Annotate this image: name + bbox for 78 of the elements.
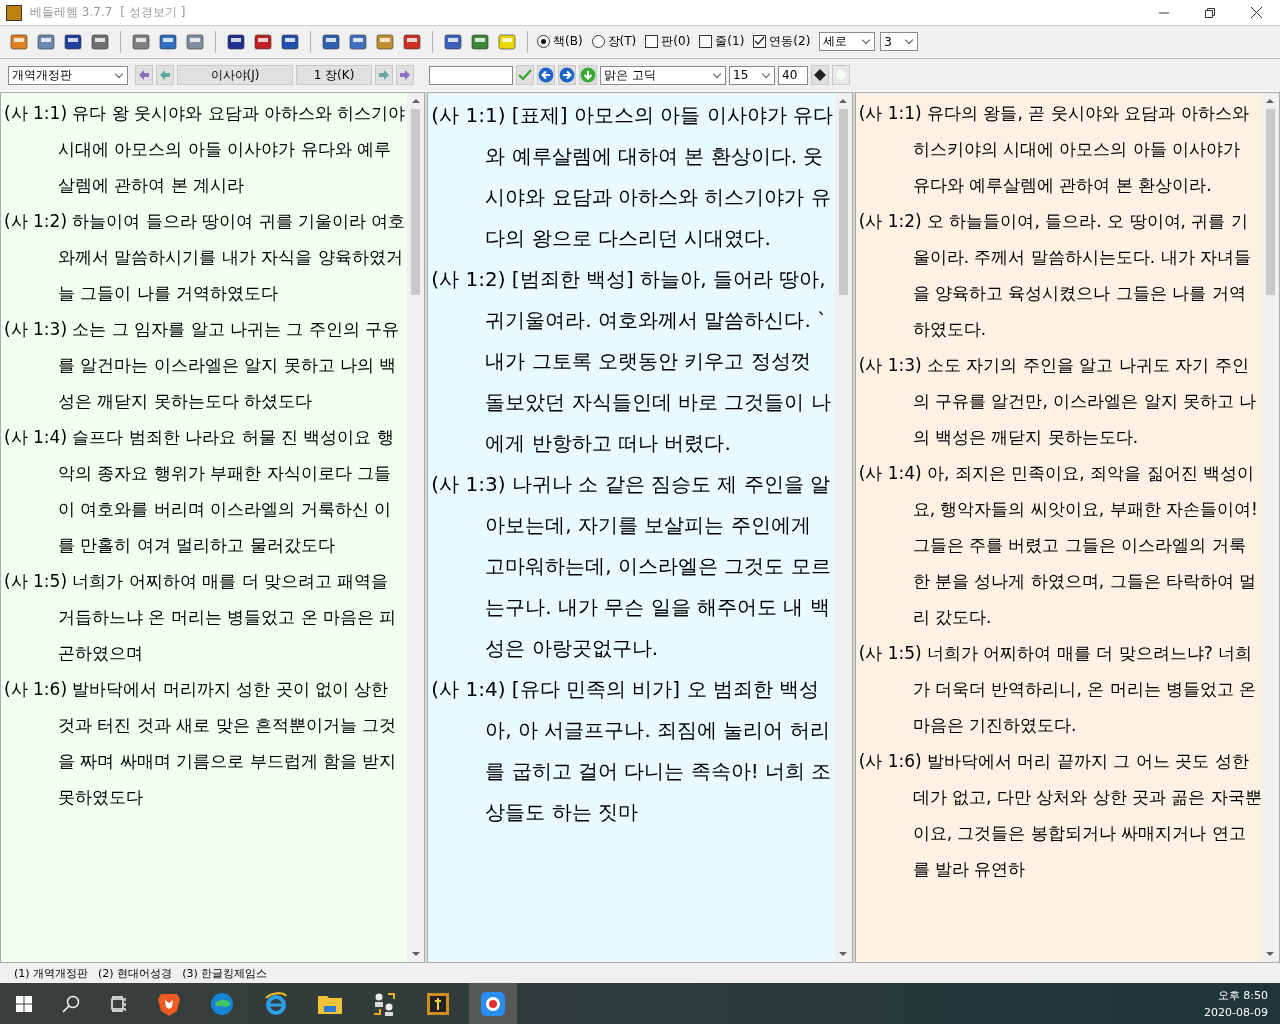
- scrollbar[interactable]: [834, 93, 852, 962]
- scroll-down-icon[interactable]: [1266, 952, 1275, 956]
- chapter-button[interactable]: 1 장(K): [296, 65, 372, 85]
- browser-wave-icon[interactable]: [210, 991, 234, 1016]
- verse-text: (사 1:4) [유다 민족의 비가] 오 범죄한 백성아, 아 서글프구나. 죄짐에 눌리어 허리를 굽히고 걸어 다니는 족속아! 너희 조상들도 하는 짓마: [431, 676, 833, 826]
- verse-text: (사 1:3) 소는 그 임자를 알고 나귀는 그 주인의 구유를 알건마는 이스라엘은 알지 못하고 나의 백성은 깨닫지 못하는도다 하셨도다: [4, 318, 401, 413]
- next-book-button[interactable]: [396, 65, 414, 85]
- right-arrow-circle-icon: [559, 67, 575, 83]
- verse-text: (사 1:5) 너희가 어찌하여 매를 더 맞으려느냐? 너희가 더욱더 반역하리니, 온 머리는 병들었고 온 마음은 기진하였도다.: [858, 642, 1258, 737]
- scroll-thumb[interactable]: [838, 109, 848, 295]
- scroll-up-icon[interactable]: [411, 99, 420, 103]
- checkmark-icon: [518, 69, 532, 81]
- verse-text: (사 1:1) [표제] 아모스의 아들 이사야가 유다와 예루살렘에 대하여 본 환상이다. 웃시야와 요담과 아하스와 히스기야가 유다의 왕으로 다스리던 시대였다.: [431, 102, 834, 252]
- verse-text: (사 1:4) 아, 죄지은 민족이요, 죄악을 짊어진 백성이요, 행악자들의 씨앗이요, 부패한 자손들이여! 그들은 주를 버렸고 그들은 이스라엘의 거룩한 분을 성나게 하였으며, 그들은 타락하여 멀리 갔도다.: [858, 462, 1259, 629]
- radio-button[interactable]: 책(B): [537, 33, 583, 50]
- checkmark-icon: [754, 36, 766, 47]
- verse-text: (사 1:2) [범죄한 백성] 하늘아, 들어라 땅아, 귀기울여라. 여호와께서 말씀하신다. `내가 그토록 오랫동안 키우고 정성껏 돌보았던 자식들인데 바로 그것들이 나에게 반항하고 떠나 버렸다.: [431, 266, 832, 457]
- verse-text: (사 1:5) 너희가 어찌하여 매를 더 맞으려고 패역을 거듭하느냐 온 머리는 병들었고 온 마음은 피곤하였으며: [4, 570, 398, 665]
- app-logo-icon: [6, 4, 22, 21]
- scroll-up-icon[interactable]: [1266, 99, 1275, 103]
- scroll-thumb[interactable]: [1266, 109, 1275, 295]
- windows-start-icon[interactable]: [16, 995, 32, 1012]
- count-select[interactable]: 3: [880, 32, 919, 51]
- verse-text: (사 1:3) 나귀나 소 같은 짐승도 제 주인을 알아보는데, 자기를 보살피는 주인에게 고마워하는데, 이스라엘은 그것도 모르는구나. 내가 무슨 일을 해주어도 내 백성은 아랑곳없구나.: [431, 471, 832, 662]
- font-select[interactable]: 맑은 고딕: [600, 65, 726, 85]
- task-view-icon[interactable]: [110, 995, 128, 1012]
- scroll-thumb[interactable]: [411, 109, 421, 295]
- verse-text: (사 1:2) 오 하늘들이여, 들으라. 오 땅이여, 귀를 기울이라. 주께서 말씀하시는도다. 내가 자녀들을 양육하고 육성시켰으나 그들은 나를 거역하였도다.: [858, 210, 1253, 341]
- status-text: (2) 현대어성경: [98, 965, 173, 981]
- scroll-down-icon[interactable]: [411, 952, 420, 956]
- clock-time[interactable]: 오후 8:50: [1217, 986, 1268, 1004]
- restore-icon[interactable]: [1205, 7, 1215, 18]
- people-arrows-icon[interactable]: [372, 991, 396, 1016]
- book-button[interactable]: 이사야(J): [177, 65, 293, 85]
- verse-text: (사 1:4) 슬프다 범죄한 나라요 허물 진 백성이요 행악의 종자요 행위가 부패한 자식이로다 그들이 여호와를 버리며 이스라엘의 거룩하신 이를 만홀히 여겨 멀리하고 물러갔도다: [4, 426, 395, 557]
- record-icon[interactable]: [481, 991, 505, 1016]
- version-select[interactable]: 개역개정판: [8, 65, 128, 85]
- diamond-button[interactable]: [811, 65, 829, 85]
- down-arrow-circle-icon: [580, 67, 596, 83]
- width-field[interactable]: 40: [778, 65, 808, 85]
- verse-text: (사 1:6) 발바닥에서 머리까지 성한 곳이 없이 상한 것과 터진 것과 새로 맞은 흔적뿐이거늘 그것을 짜며 싸매며 기름으로 부드럽게 함을 받지 못하였도다: [4, 678, 398, 809]
- folder-icon[interactable]: [318, 993, 342, 1014]
- down-button[interactable]: [579, 65, 597, 85]
- left-arrow-circle-icon: [538, 67, 554, 83]
- radio-button[interactable]: 장(T): [591, 33, 637, 50]
- left-arrow-icon: [160, 70, 170, 80]
- right-arrow-icon: [400, 70, 410, 80]
- checkbox[interactable]: 줄(1): [699, 33, 745, 50]
- checkbox[interactable]: 판(0): [645, 33, 691, 50]
- search-field[interactable]: [429, 65, 513, 85]
- verse-text: (사 1:6) 발바닥에서 머리 끝까지 그 어느 곳도 성한 데가 없고, 다만 상처와 상한 곳과 곪은 자국뿐이요, 그것들은 봉합되거나 싸매지거나 연고를 발라 유연하: [858, 750, 1262, 881]
- verse-text: (사 1:1) 유다 왕 웃시야와 요담과 아하스와 히스기야 시대에 아모스의 아들 이사야가 유다와 예루살렘에 관하여 본 계시라: [4, 102, 407, 197]
- window-subtitle: [ 성경보기 ]: [120, 4, 186, 21]
- right-arrow-icon: [379, 70, 389, 80]
- layout-select[interactable]: 세로: [819, 32, 876, 51]
- clock-date[interactable]: 2020-08-09: [1204, 1003, 1268, 1021]
- verse-text: (사 1:3) 소도 자기의 주인을 알고 나귀도 자기 주인의 구유를 알건만, 이스라엘은 알지 못하고 나의 백성은 깨닫지 못하는도다.: [858, 354, 1258, 449]
- previous-book-button[interactable]: [135, 65, 153, 85]
- left-arrow-icon: [139, 70, 149, 80]
- close-icon[interactable]: [1251, 7, 1262, 18]
- status-text: (1) 개역개정판: [14, 965, 89, 981]
- scroll-down-icon[interactable]: [839, 952, 848, 956]
- font-size-select[interactable]: 15: [729, 65, 775, 85]
- forward-button[interactable]: [558, 65, 576, 85]
- browser-e-icon[interactable]: [264, 991, 288, 1016]
- verse-text: (사 1:1) 유다의 왕들, 곧 웃시야와 요담과 아하스와 히스키야의 시대에 아모스의 아들 이사야가 유다와 예루살렘에 관하여 본 환상이라.: [858, 102, 1250, 197]
- bible-book-icon[interactable]: [426, 991, 450, 1016]
- scrollbar[interactable]: [407, 93, 425, 962]
- checkbox[interactable]: 연동(2): [753, 33, 811, 50]
- status-text: (3) 한글킹제임스: [182, 965, 268, 981]
- lion-shield-icon[interactable]: [158, 991, 180, 1016]
- verse-text: (사 1:2) 하늘이여 들으라 땅이여 귀를 기울이라 여호와께서 말씀하시기를 내가 자식을 양육하였거늘 그들이 나를 거역하였도다: [4, 210, 407, 305]
- scroll-up-icon[interactable]: [839, 99, 848, 103]
- confirm-button[interactable]: [516, 65, 534, 85]
- diamond-icon: [814, 69, 826, 81]
- window-title: 베들레헴 3.7.7: [30, 4, 113, 21]
- scrollbar[interactable]: [1262, 93, 1279, 962]
- back-button[interactable]: [537, 65, 555, 85]
